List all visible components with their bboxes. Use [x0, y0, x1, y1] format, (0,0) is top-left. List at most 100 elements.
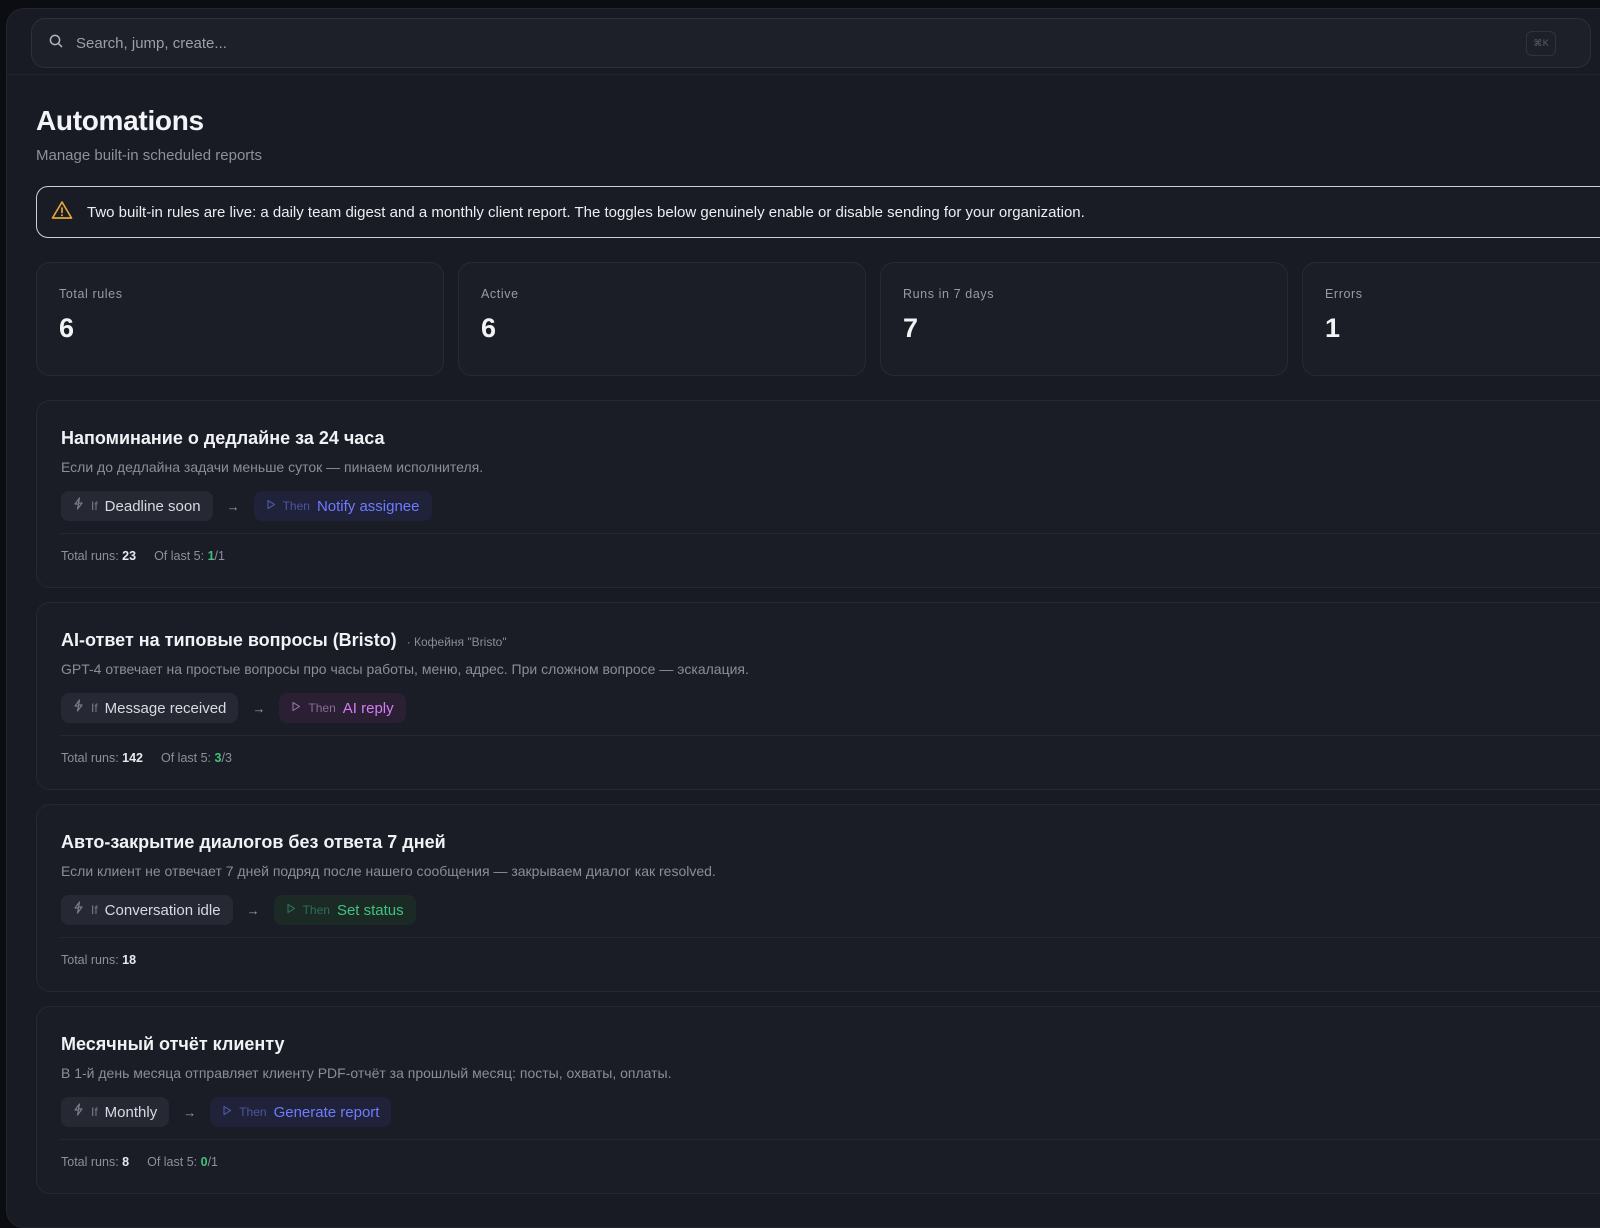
page-title: Automations — [36, 105, 204, 136]
divider — [61, 937, 1600, 938]
stat-value: 6 — [481, 313, 497, 343]
total-runs-label: Total runs: — [61, 953, 119, 967]
last5-label: Of last 5: — [147, 1155, 198, 1169]
warning-icon — [51, 200, 73, 225]
rule-stats: Total runs: 142 Of last 5: 3/3 — [61, 751, 232, 765]
total-runs-value: 142 — [122, 751, 144, 765]
arrow-right-icon: → — [252, 700, 266, 716]
rule-stats: Total runs: 23 Of last 5: 1/1 — [61, 549, 225, 563]
app-window: ⌘K Automations Manage built-in scheduled… — [6, 8, 1600, 1228]
trigger-label: Deadline soon — [104, 497, 201, 515]
rule-context: · Кофейня "Bristo" — [406, 635, 507, 649]
stat-label: Active — [481, 287, 519, 301]
if-keyword: If — [91, 903, 98, 917]
rules-list: Напоминание о дедлайне за 24 часа Если д… — [36, 400, 1600, 1194]
rule-description: GPT-4 отвечает на простые вопросы про ча… — [61, 661, 749, 677]
top-bar: ⌘K — [7, 9, 1600, 75]
stat-card-total-rules: Total rules 6 — [36, 262, 444, 376]
rule-title: Авто-закрытие диалогов без ответа 7 дней — [61, 832, 446, 852]
total-runs-value: 18 — [122, 953, 137, 967]
trigger-pill[interactable]: If Conversation idle — [61, 895, 233, 925]
rule-flow: If Message received → Then AI reply — [61, 693, 1600, 723]
arrow-right-icon: → — [246, 902, 260, 918]
rule-flow: If Deadline soon → Then Notify assignee — [61, 491, 1600, 521]
stats-row: Total rules 6 Active 6 Runs in 7 days 7 … — [36, 262, 1600, 376]
arrow-right-icon: → — [226, 498, 240, 514]
action-label: Notify assignee — [316, 497, 420, 515]
rule-description: В 1-й день месяца отправляет клиенту PDF… — [61, 1065, 672, 1081]
rule-card[interactable]: Напоминание о дедлайне за 24 часа Если д… — [36, 400, 1600, 588]
bolt-icon — [73, 497, 84, 515]
if-keyword: If — [91, 1105, 98, 1119]
last5-ok: 3 — [214, 751, 222, 765]
then-keyword: Then — [302, 903, 330, 917]
bolt-icon — [73, 1103, 84, 1121]
then-keyword: Then — [282, 499, 310, 513]
search-bar[interactable]: ⌘K — [31, 18, 1591, 68]
stat-label: Errors — [1325, 287, 1363, 301]
if-keyword: If — [91, 701, 98, 715]
trigger-label: Monthly — [104, 1103, 158, 1121]
search-input[interactable] — [76, 34, 1527, 52]
total-runs-label: Total runs: — [61, 751, 119, 765]
arrow-right-icon: → — [183, 1104, 197, 1120]
rule-flow: If Monthly → Then Generate report — [61, 1097, 1600, 1127]
rule-stats: Total runs: 18 — [61, 953, 136, 967]
rule-title: Месячный отчёт клиенту — [61, 1034, 285, 1054]
divider — [61, 1139, 1600, 1140]
play-icon — [222, 1103, 232, 1121]
rule-title: Напоминание о дедлайне за 24 часа — [61, 428, 385, 448]
action-pill[interactable]: Then Notify assignee — [253, 491, 432, 521]
info-banner: Two built-in rules are live: a daily tea… — [36, 186, 1600, 238]
banner-text: Two built-in rules are live: a daily tea… — [87, 203, 1085, 221]
bolt-icon — [73, 901, 84, 919]
rule-stats: Total runs: 8 Of last 5: 0/1 — [61, 1155, 218, 1169]
last5-total: /3 — [221, 751, 232, 765]
action-label: AI reply — [342, 699, 394, 717]
last5-ok: 1 — [207, 549, 215, 563]
total-runs-label: Total runs: — [61, 1155, 119, 1169]
last5-total: /1 — [214, 549, 225, 563]
main-content: Automations Manage built-in scheduled re… — [7, 75, 1600, 1194]
stat-label: Total rules — [59, 287, 123, 301]
total-runs-value: 23 — [122, 549, 137, 563]
action-pill[interactable]: Then Set status — [273, 895, 416, 925]
rule-card[interactable]: AI-ответ на типовые вопросы (Bristo) · К… — [36, 602, 1600, 790]
action-label: Generate report — [273, 1103, 380, 1121]
trigger-pill[interactable]: If Message received — [61, 693, 239, 723]
total-runs-label: Total runs: — [61, 549, 119, 563]
play-icon — [291, 699, 301, 717]
rule-description: Если клиент не отвечает 7 дней подряд по… — [61, 863, 716, 879]
play-icon — [266, 497, 276, 515]
trigger-pill[interactable]: If Monthly — [61, 1097, 170, 1127]
last5-total: /1 — [207, 1155, 219, 1169]
then-keyword: Then — [308, 701, 336, 715]
rule-flow: If Conversation idle → Then Set status — [61, 895, 1600, 925]
rule-description: Если до дедлайна задачи меньше суток — п… — [61, 459, 484, 475]
stat-value: 6 — [59, 313, 75, 343]
trigger-label: Conversation idle — [104, 901, 221, 919]
stat-card-errors: Errors 1 — [1302, 262, 1600, 376]
last5-label: Of last 5: — [161, 751, 212, 765]
stat-card-active: Active 6 — [458, 262, 866, 376]
action-pill[interactable]: Then Generate report — [210, 1097, 392, 1127]
trigger-pill[interactable]: If Deadline soon — [61, 491, 213, 521]
stat-value: 1 — [1325, 313, 1341, 343]
search-icon — [48, 33, 64, 54]
then-keyword: Then — [239, 1105, 267, 1119]
stat-card-runs-7-days: Runs in 7 days 7 — [880, 262, 1288, 376]
action-pill[interactable]: Then AI reply — [279, 693, 406, 723]
bolt-icon — [73, 699, 84, 717]
stat-value: 7 — [903, 313, 919, 343]
action-label: Set status — [336, 901, 404, 919]
divider — [61, 735, 1600, 736]
if-keyword: If — [91, 499, 98, 513]
play-icon — [286, 901, 296, 919]
rule-card[interactable]: Авто-закрытие диалогов без ответа 7 дней… — [36, 804, 1600, 992]
trigger-label: Message received — [104, 699, 227, 717]
rule-card[interactable]: Месячный отчёт клиенту В 1-й день месяца… — [36, 1006, 1600, 1194]
divider — [61, 533, 1600, 534]
last5-ok: 0 — [200, 1155, 208, 1169]
total-runs-value: 8 — [122, 1155, 130, 1169]
rule-title: AI-ответ на типовые вопросы (Bristo) — [61, 630, 397, 650]
